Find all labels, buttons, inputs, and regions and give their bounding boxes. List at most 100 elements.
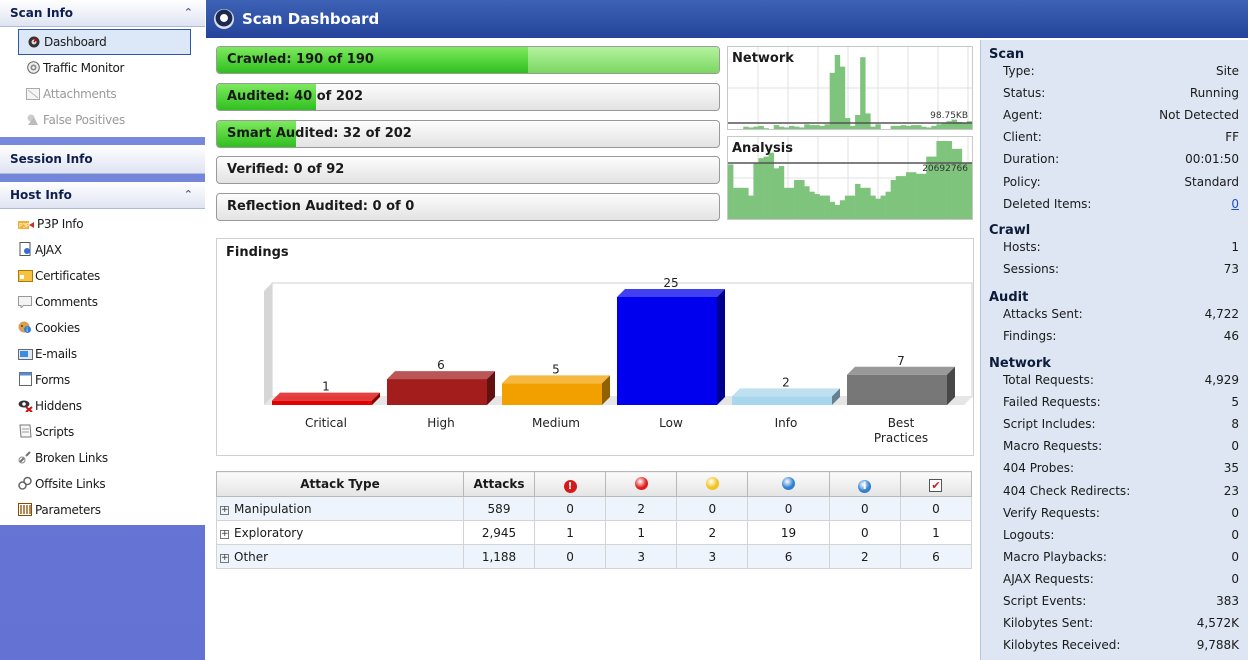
graph-bar — [799, 180, 805, 219]
graph-bar — [789, 125, 795, 129]
column-attack-type[interactable]: Attack Type — [216, 471, 464, 497]
collapse-chevron-icon[interactable]: ⌃ — [184, 182, 193, 208]
sidebar-item-ajax[interactable]: AJAX — [0, 237, 205, 263]
page-title: Scan Dashboard — [242, 10, 380, 28]
sidebar-item-false-positives[interactable]: False Positives — [0, 107, 205, 133]
graph-bar — [855, 183, 861, 219]
stat-value: 35 — [1223, 461, 1239, 476]
sidebar-item-forms[interactable]: Forms — [0, 367, 205, 393]
sidebar-item-label: Broken Links — [35, 451, 108, 465]
broken-links-icon — [18, 450, 32, 464]
column-attacks[interactable]: Attacks — [463, 471, 535, 497]
stat-row: Kilobytes Sent: 4,572K — [1003, 613, 1239, 635]
host-info-title: Host Info — [10, 188, 72, 202]
sidebar-item-offsite-links[interactable]: Offsite Links — [0, 471, 205, 497]
stat-label: Macro Playbacks: — [1003, 549, 1107, 564]
sidebar-item-comments[interactable]: Comments — [0, 289, 205, 315]
graph-bar — [809, 191, 815, 219]
sidebar-item-attachments[interactable]: Attachments — [0, 81, 205, 107]
stat-label: Logouts: — [1003, 527, 1055, 542]
sidebar-item-emails[interactable]: E-mails — [0, 341, 205, 367]
column-severity[interactable] — [747, 471, 830, 497]
expand-icon[interactable]: + — [220, 553, 229, 563]
column-severity[interactable]: ! — [533, 471, 607, 497]
graph-bar — [809, 125, 815, 129]
expand-icon[interactable]: + — [220, 529, 229, 539]
graph-bar — [956, 148, 963, 219]
stat-row: AJAX Requests: 0 — [1003, 569, 1239, 591]
sidebar-item-traffic-monitor[interactable]: Traffic Monitor — [0, 55, 205, 81]
stat-value: 4,929 — [1204, 373, 1239, 387]
findings-bar-side — [717, 289, 725, 405]
stat-row: Hosts: 1 — [1003, 237, 1239, 259]
graph-bar — [875, 198, 881, 219]
graph-bar — [753, 162, 759, 219]
graph-bar — [900, 125, 907, 129]
graph-bar — [916, 173, 922, 219]
table-row[interactable]: + Other 1,188 0 3 3 6 2 6 — [216, 544, 973, 569]
analysis-graph: Analysis 20692766 — [727, 136, 973, 220]
graph-bar — [738, 187, 744, 219]
sidebar-item-parameters[interactable]: Parameters — [0, 497, 205, 523]
sidebar-item-label: Certificates — [35, 269, 100, 283]
graph-bar — [900, 176, 907, 219]
stat-row: Macro Playbacks: 0 — [1003, 547, 1239, 569]
table-row[interactable]: + Manipulation 589 0 2 0 0 0 0 — [216, 496, 973, 521]
graph-bar — [839, 200, 846, 219]
stat-label: Duration: — [1003, 152, 1060, 167]
findings-category-label: Low — [659, 416, 683, 430]
progress-bar: Audited: 40 of 202 — [216, 83, 720, 111]
stat-row: Client: FF — [1003, 127, 1239, 149]
severity-count-cell: 0 — [533, 496, 607, 521]
stat-value: 23 — [1223, 483, 1239, 498]
table-row[interactable]: + Exploratory 2,945 1 1 2 19 0 1 — [216, 520, 973, 545]
graph-bar — [743, 126, 749, 129]
graph-bar — [905, 125, 912, 129]
stat-label: Sessions: — [1003, 262, 1060, 277]
graph-bar — [804, 186, 810, 219]
stat-value: 383 — [1216, 594, 1239, 608]
attack-type-label: Exploratory — [234, 525, 304, 540]
sidebar-item-label: Attachments — [43, 87, 117, 101]
stat-label: Total Requests: — [1003, 373, 1094, 387]
stat-value: 4,722 — [1204, 307, 1239, 321]
column-severity[interactable]: i — [828, 471, 901, 497]
collapse-chevron-icon[interactable]: ⌃ — [184, 0, 193, 26]
sidebar-item-hiddens[interactable]: Hiddens — [0, 393, 205, 419]
graph-bar — [946, 141, 952, 219]
progress-fill-secondary — [528, 47, 719, 73]
sidebar-item-p3p-info[interactable]: P3P P3P Info — [0, 211, 205, 237]
column-severity[interactable] — [605, 471, 678, 497]
findings-bar-top — [387, 371, 495, 380]
graph-bar — [758, 125, 764, 129]
sidebar-item-dashboard[interactable]: Dashboard — [18, 29, 191, 55]
host-info-header[interactable]: Host Info ⌃ — [0, 182, 205, 209]
deleted-items-link[interactable]: 0 — [1231, 197, 1239, 211]
graph-bar — [905, 172, 912, 219]
scan-info-header[interactable]: Scan Info ⌃ — [0, 0, 205, 27]
column-severity[interactable] — [676, 471, 749, 497]
graph-bar — [895, 125, 902, 129]
graph-bar — [860, 57, 866, 129]
column-severity[interactable]: ✔ — [899, 471, 973, 497]
sidebar-item-broken-links[interactable]: Broken Links — [0, 445, 205, 471]
sidebar-item-scripts[interactable]: Scripts — [0, 419, 205, 445]
severity-count-cell: 1 — [899, 520, 973, 545]
sidebar-item-label: E-mails — [35, 347, 77, 361]
sidebar-item-cookies[interactable]: i Cookies — [0, 315, 205, 341]
findings-category-label: Critical — [305, 416, 347, 430]
findings-category-label: Best Practices — [874, 416, 928, 445]
session-info-header[interactable]: Session Info — [0, 145, 205, 174]
attacks-cell: 589 — [463, 496, 535, 521]
stat-label: 404 Probes: — [1003, 461, 1075, 476]
attacks-cell: 1,188 — [463, 544, 535, 569]
hiddens-icon — [18, 399, 33, 413]
sidebar-item-label: AJAX — [35, 243, 62, 257]
graph-bar — [916, 125, 922, 129]
progress-label: Audited: 40 of 202 — [227, 89, 364, 104]
sidebar-item-certificates[interactable]: Certificates — [0, 263, 205, 289]
graph-bar — [748, 195, 754, 219]
stat-value: 1 — [1231, 240, 1239, 254]
expand-icon[interactable]: + — [220, 505, 229, 515]
progress-label: Smart Audited: 32 of 202 — [227, 126, 412, 141]
